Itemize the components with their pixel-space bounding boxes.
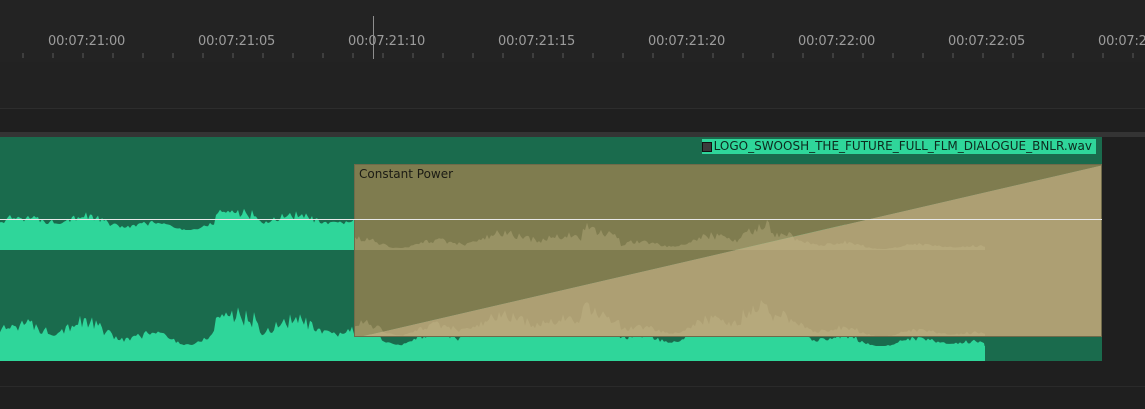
fx-badge-icon — [701, 142, 712, 152]
clip-file-name: LOGO_SWOOSH_THE_FUTURE_FULL_FLM_DIALOGUE… — [713, 139, 1064, 153]
track-divider — [0, 386, 1145, 387]
volume-level-line[interactable] — [0, 219, 1102, 220]
video-track-lane[interactable] — [0, 62, 1145, 108]
clip-name-label: LOGO_SWOOSH_THE_FUTURE_FULL_FLM_DIALOGUE… — [701, 139, 1096, 154]
empty-track-lane[interactable] — [0, 109, 1145, 132]
clip-file-extension: .wav — [1063, 139, 1092, 153]
time-ruler[interactable]: 00:07:21:00 00:07:21:05 00:07:21:10 00:0… — [0, 0, 1145, 62]
empty-track-lane[interactable] — [0, 361, 1145, 409]
ruler-tick-marks — [22, 53, 1134, 58]
transition-waveform-overlay — [355, 220, 985, 336]
crossfade-transition[interactable]: Constant Power — [354, 164, 1102, 337]
transition-label: Constant Power — [359, 167, 454, 181]
clip-end-gap — [1102, 137, 1116, 361]
playhead-line[interactable] — [373, 16, 374, 59]
